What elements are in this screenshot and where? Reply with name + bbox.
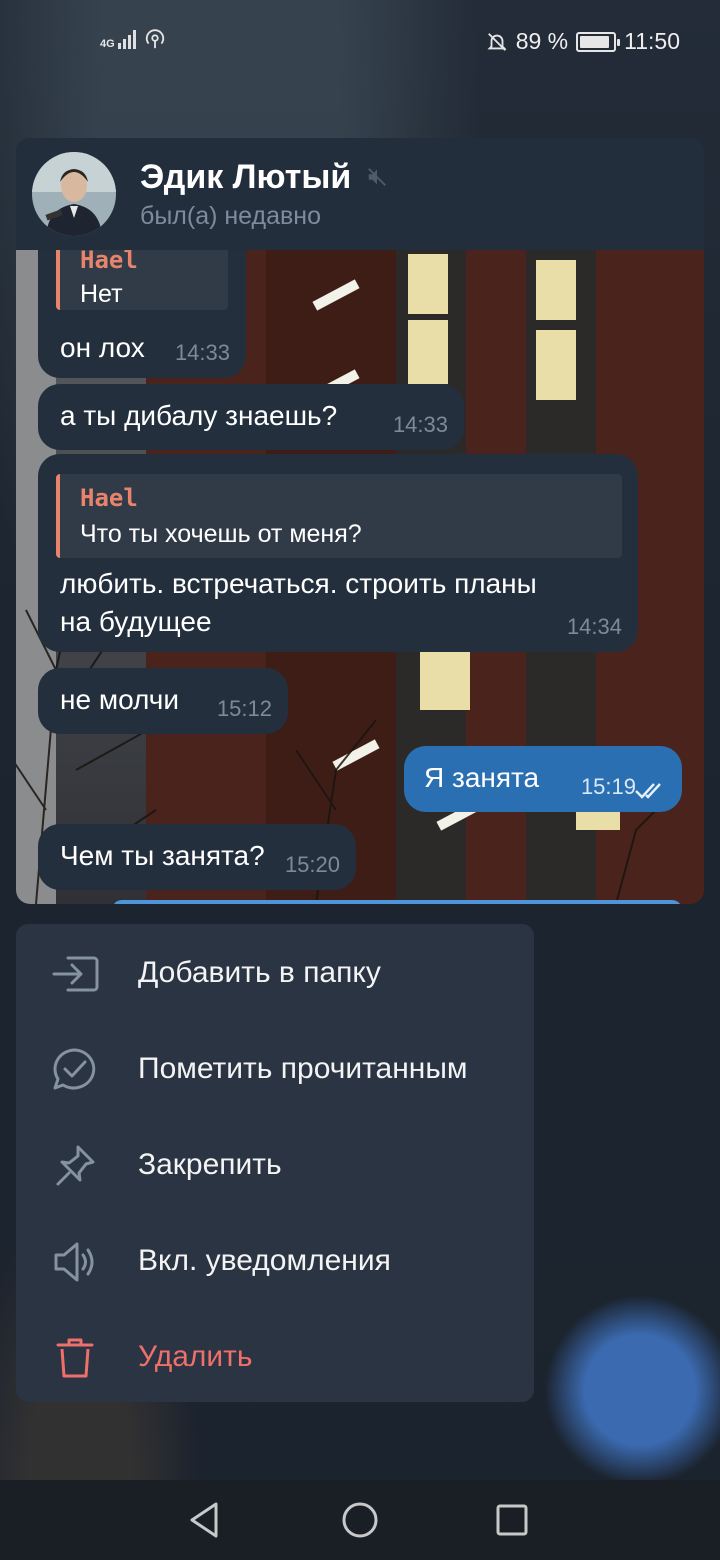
message-text: а ты дибалу знаешь? [60,400,338,431]
message-bubble[interactable]: Hael Что ты хочешь от меня? любить. встр… [38,454,638,652]
battery-percent: 89 % [515,28,569,54]
message-time: 14:33 [174,340,230,365]
message-text: Чем ты занята? [60,840,265,871]
menu-item-label: Закрепить [138,1148,282,1181]
message-time: 14:33 [392,412,448,437]
menu-item-mark-read[interactable]: Пометить прочитанным [16,1022,534,1118]
menu-item-label: Добавить в папку [138,956,381,989]
menu-item-unmute[interactable]: Вкл. уведомления [16,1214,534,1310]
message-time: 15:19 [580,774,636,799]
home-icon[interactable] [338,1498,382,1542]
trash-icon [56,1338,94,1378]
battery-icon [576,31,621,52]
outgoing-message-bubble[interactable]: Я занята 15:19 [404,746,682,812]
reply-text: Нет [80,280,123,308]
muted-icon [368,168,386,186]
menu-item-label: Пометить прочитанным [138,1052,468,1085]
reply-text: Что ты хочешь от меня? [80,520,362,548]
contact-name: Эдик Лютый [140,158,352,196]
clock: 11:50 [624,28,680,54]
mark-read-icon [53,1048,96,1090]
status-left: 4G [100,28,166,50]
hotspot-icon [145,29,164,49]
menu-item-add-to-folder[interactable]: Добавить в папку [16,926,534,1022]
message-time: 15:12 [216,696,272,721]
avatar [32,152,116,236]
message-time: 15:20 [284,852,340,877]
reply-author: Hael [80,246,138,274]
reply-author: Hael [80,484,138,512]
navigation-bar [0,1480,720,1560]
menu-item-label: Вкл. уведомления [138,1244,391,1277]
status-bar: 4G 89 % 11:50 [0,0,720,84]
reply-quote[interactable]: Hael Что ты хочешь от меня? [56,474,622,558]
chat-preview[interactable]: Эдик Лютый был(а) недавно Hael Нет он ло… [16,138,704,904]
contact-status: был(а) недавно [140,202,322,230]
unmute-icon [54,1242,94,1282]
menu-item-label: Удалить [138,1340,253,1373]
back-icon[interactable] [184,1498,228,1542]
network-label: 4G [100,38,115,50]
message-time: 14:34 [566,614,622,639]
pin-icon [56,1145,95,1186]
message-text-line-2: на будущее [60,606,212,637]
signal-icon: 4G [100,29,136,50]
message-text: не молчи [60,684,179,715]
message-bubble[interactable]: не молчи 15:12 [38,668,288,734]
message-bubble[interactable]: Чем ты занята? 15:20 [38,824,356,890]
menu-item-pin[interactable]: Закрепить [16,1118,534,1214]
battery-level [580,35,609,48]
do-not-disturb-icon [487,32,507,51]
status-right: 89 % 11:50 [486,28,680,55]
chat-header: Эдик Лютый был(а) недавно [16,138,704,250]
context-menu: Добавить в папку Пометить прочитанным За… [16,924,534,1402]
message-bubble[interactable]: а ты дибалу знаешь? 14:33 [38,384,464,450]
message-text: Я занята [424,762,540,793]
add-to-folder-icon [52,956,99,992]
recents-icon[interactable] [490,1498,534,1542]
read-checkmarks-icon [635,783,661,799]
partial-outgoing-bubble [112,900,682,904]
message-text: он лох [60,332,145,363]
menu-item-delete[interactable]: Удалить [16,1310,534,1406]
message-text-line-1: любить. встречаться. строить планы [60,568,537,599]
